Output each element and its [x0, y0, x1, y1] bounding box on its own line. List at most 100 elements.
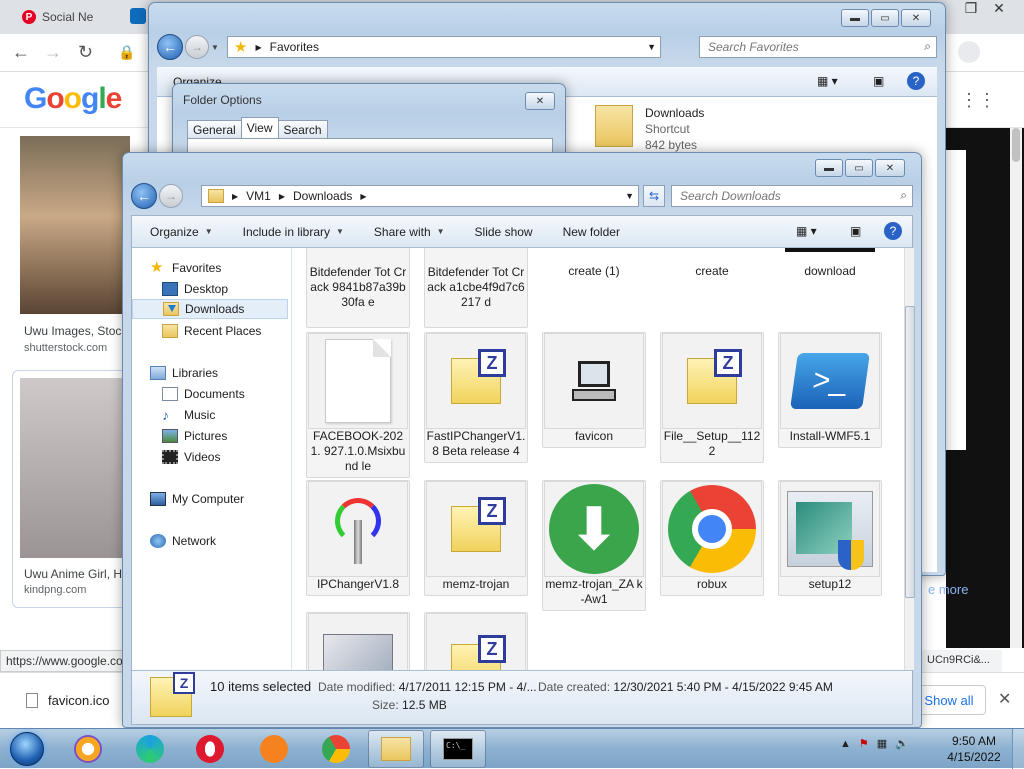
- chevron-right-icon[interactable]: ▶: [360, 192, 366, 201]
- nav-favorites[interactable]: ★ Favorites: [150, 258, 221, 278]
- file-item[interactable]: [306, 612, 410, 670]
- scrollbar-thumb[interactable]: [1012, 128, 1020, 162]
- close-button[interactable]: ✕: [901, 9, 931, 27]
- download-item[interactable]: favicon.ico: [26, 693, 109, 708]
- volume-icon[interactable]: 🔊: [895, 737, 909, 750]
- google-logo[interactable]: Google: [24, 82, 122, 116]
- result-title[interactable]: Uwu Images, Stoc: [24, 324, 121, 338]
- scrollbar-thumb[interactable]: [905, 306, 915, 598]
- profile-avatar[interactable]: [958, 41, 980, 63]
- taskbar-app[interactable]: [122, 730, 178, 768]
- file-item[interactable]: setup12: [778, 480, 882, 596]
- browser-scrollbar[interactable]: [1010, 128, 1022, 648]
- breadcrumb-favorites[interactable]: Favorites: [270, 40, 319, 54]
- forward-button[interactable]: →: [185, 35, 209, 59]
- back-icon[interactable]: ←: [12, 42, 30, 63]
- forward-button[interactable]: →: [159, 184, 183, 208]
- nav-recent-places[interactable]: Recent Places: [162, 321, 261, 341]
- taskbar-app-explorer[interactable]: [368, 730, 424, 768]
- taskbar-app[interactable]: [60, 730, 116, 768]
- favorites-item-downloads[interactable]: Downloads Shortcut 842 bytes: [595, 105, 704, 153]
- close-button[interactable]: ✕: [525, 92, 555, 110]
- nav-network[interactable]: Network: [150, 531, 216, 551]
- result-image[interactable]: [20, 378, 130, 558]
- file-item[interactable]: Z FastIPChangerV1. 8 Beta release 4: [424, 332, 528, 463]
- action-center-icon[interactable]: ⚑: [859, 737, 869, 750]
- nav-my-computer[interactable]: My Computer: [150, 489, 244, 509]
- browser-close-button[interactable]: ✕: [982, 0, 1016, 18]
- file-item[interactable]: >_ Install-WMF5.1: [778, 332, 882, 448]
- apps-grid-icon[interactable]: ⋮⋮: [960, 90, 996, 111]
- chevron-down-icon[interactable]: ▼: [625, 191, 634, 201]
- preview-pane-icon[interactable]: ▣: [873, 74, 884, 88]
- reload-icon[interactable]: ↻: [78, 42, 93, 63]
- show-desktop-button[interactable]: [1012, 729, 1024, 769]
- file-item[interactable]: Z File__Setup__1122: [660, 332, 764, 463]
- result-image[interactable]: [20, 136, 130, 314]
- help-icon[interactable]: ?: [884, 222, 902, 240]
- file-item[interactable]: Bitdefender Tot Crack 9841b87a39b30fa e: [306, 248, 410, 328]
- tab-general[interactable]: General: [187, 120, 242, 138]
- tray-expand-icon[interactable]: ▲: [840, 738, 851, 750]
- nav-downloads[interactable]: Downloads: [132, 299, 288, 319]
- file-item[interactable]: Bitdefender Tot Crack a1cbe4f9d7c6217 d: [424, 248, 528, 328]
- views-icon[interactable]: ▦ ▾: [796, 224, 817, 238]
- file-item[interactable]: create (1): [542, 248, 646, 288]
- views-icon[interactable]: ▦ ▾: [817, 74, 838, 88]
- include-in-library-button[interactable]: Include in library ▼: [243, 225, 344, 239]
- taskbar-app[interactable]: [308, 730, 364, 768]
- file-item[interactable]: download: [778, 248, 882, 288]
- file-item[interactable]: Z: [424, 612, 528, 670]
- minimize-button[interactable]: ▬: [841, 9, 869, 27]
- breadcrumb-vm1[interactable]: VM1: [246, 189, 271, 203]
- forward-icon[interactable]: →: [44, 42, 62, 63]
- maximize-button[interactable]: ▭: [871, 9, 899, 27]
- close-button[interactable]: ✕: [875, 159, 905, 177]
- taskbar-app[interactable]: [246, 730, 302, 768]
- breadcrumb-downloads[interactable]: Downloads: [293, 189, 352, 203]
- taskbar-app-cmd[interactable]: C:\_: [430, 730, 486, 768]
- organize-button[interactable]: Organize ▼: [150, 225, 213, 239]
- file-item[interactable]: robux: [660, 480, 764, 596]
- file-item[interactable]: FACEBOOK-2021. 927.1.0.Msixbund le: [306, 332, 410, 478]
- network-tray-icon[interactable]: ▦: [877, 737, 887, 750]
- slide-show-button[interactable]: Slide show: [475, 225, 533, 239]
- new-folder-button[interactable]: New folder: [563, 225, 620, 239]
- file-item[interactable]: ⬇ memz-trojan_ZA k-Aw1: [542, 480, 646, 611]
- nav-libraries[interactable]: Libraries: [150, 363, 218, 383]
- show-all-button[interactable]: Show all: [912, 685, 986, 715]
- see-more-link[interactable]: e more: [928, 582, 968, 597]
- chevron-down-icon[interactable]: ▼: [647, 42, 656, 52]
- tab-search[interactable]: Search: [277, 120, 328, 138]
- chevron-right-icon[interactable]: ▶: [279, 192, 285, 201]
- search-input[interactable]: Search Favorites ⌕: [699, 36, 937, 58]
- browser-tab[interactable]: P Social Ne: [8, 2, 128, 32]
- file-item[interactable]: IPChangerV1.8: [306, 480, 410, 596]
- search-input[interactable]: Search Downloads ⌕: [671, 185, 913, 207]
- clock[interactable]: 9:50 AM 4/15/2022: [944, 733, 1004, 765]
- maximize-button[interactable]: ▭: [845, 159, 873, 177]
- nav-videos[interactable]: Videos: [162, 447, 220, 467]
- preview-pane-icon[interactable]: ▣: [850, 224, 861, 238]
- taskbar-app[interactable]: [182, 730, 238, 768]
- file-item[interactable]: favicon: [542, 332, 646, 448]
- share-with-button[interactable]: Share with ▼: [374, 225, 445, 239]
- result-title[interactable]: Uwu Anime Girl, H: [24, 567, 122, 581]
- chevron-down-icon[interactable]: ▼: [211, 43, 219, 52]
- tab-view[interactable]: View: [240, 117, 279, 138]
- address-bar[interactable]: ▶ VM1 ▶ Downloads ▶ ▼: [201, 185, 639, 207]
- nav-documents[interactable]: Documents: [162, 384, 245, 404]
- nav-desktop[interactable]: Desktop: [162, 279, 228, 299]
- address-bar[interactable]: ★ ▶ Favorites ▼: [227, 36, 661, 58]
- back-button[interactable]: ←: [157, 34, 183, 60]
- close-icon[interactable]: ✕: [998, 689, 1011, 709]
- back-button[interactable]: ←: [131, 183, 157, 209]
- minimize-button[interactable]: ▬: [815, 159, 843, 177]
- outlook-tab-icon[interactable]: [130, 8, 146, 24]
- refresh-icon[interactable]: ⇆: [643, 185, 665, 207]
- start-button[interactable]: [2, 730, 52, 768]
- nav-pictures[interactable]: Pictures: [162, 426, 227, 446]
- file-list-scrollbar[interactable]: [904, 248, 915, 670]
- file-item[interactable]: create: [660, 248, 764, 288]
- help-icon[interactable]: ?: [907, 72, 925, 90]
